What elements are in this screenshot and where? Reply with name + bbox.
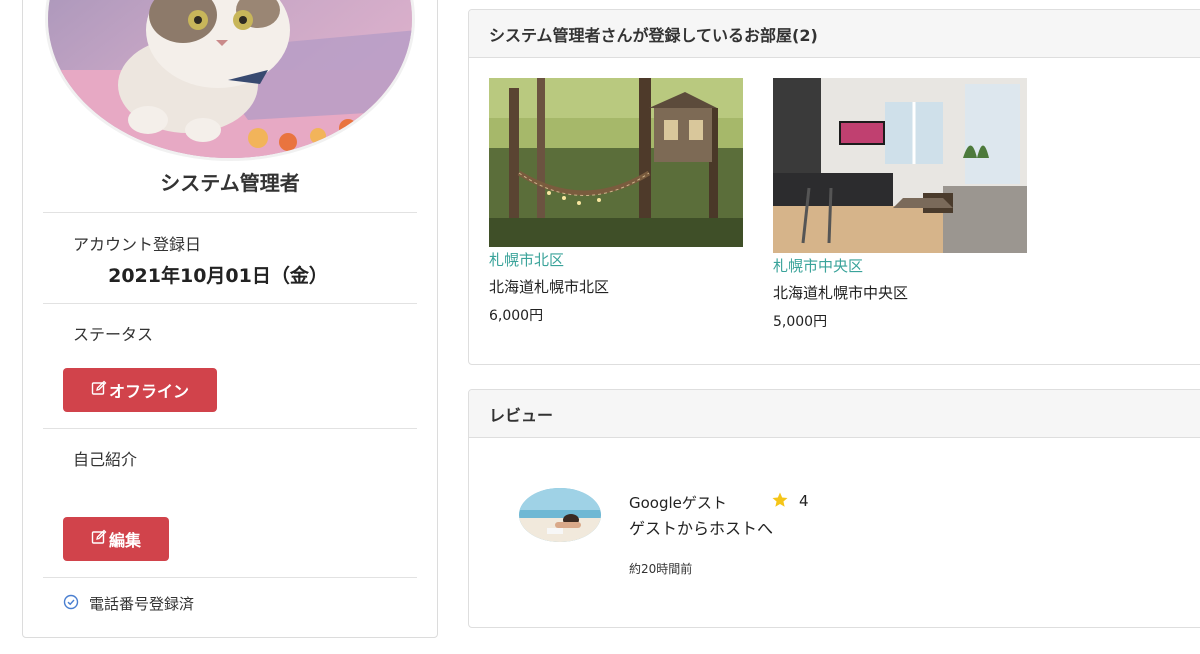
- room-city-link[interactable]: 札幌市中央区: [773, 255, 1029, 276]
- room-photo[interactable]: [489, 78, 743, 247]
- divider: [43, 303, 417, 304]
- account-date-value: 2021年10月01日（金）: [108, 265, 328, 287]
- account-date-label: アカウント登録日: [73, 235, 202, 254]
- edit-icon: [91, 529, 107, 550]
- review-time: 約20時間前: [629, 562, 693, 576]
- reviews-panel-title: レビュー: [469, 390, 1200, 438]
- room-address: 北海道札幌市北区: [489, 278, 610, 296]
- check-circle-icon: [63, 594, 79, 614]
- divider: [43, 428, 417, 429]
- room-price: 6,000円: [489, 308, 544, 324]
- profile-card: システム管理者 アカウント登録日 2021年10月01日（金） ステータス オフ…: [22, 0, 438, 638]
- edit-icon: [91, 380, 107, 401]
- reviews-panel: レビュー Googleゲスト 4 ゲストからホストへ 約20時間前: [468, 389, 1200, 628]
- review-rating: 4: [799, 492, 809, 510]
- room-city-link[interactable]: 札幌市北区: [489, 249, 745, 270]
- phone-verified-text: 電話番号登録済: [89, 595, 195, 613]
- status-offline-label: オフライン: [108, 384, 189, 401]
- room-card[interactable]: 札幌市北区 北海道札幌市北区 6,000円: [489, 78, 745, 325]
- room-card[interactable]: 札幌市中央区 北海道札幌市中央区 5,000円: [773, 78, 1029, 331]
- profile-avatar: [45, 0, 415, 161]
- room-price: 5,000円: [773, 314, 828, 330]
- intro-label: 自己紹介: [73, 450, 138, 469]
- room-photo[interactable]: [773, 78, 1027, 253]
- room-address: 北海道札幌市中央区: [773, 284, 909, 302]
- edit-intro-button[interactable]: 編集: [63, 517, 169, 561]
- divider: [43, 577, 417, 578]
- status-offline-button[interactable]: オフライン: [63, 368, 217, 412]
- phone-verified-row: 電話番号登録済: [63, 593, 194, 614]
- reviewer-name: Googleゲスト: [629, 494, 727, 512]
- status-label: ステータス: [73, 325, 154, 344]
- review-body: ゲストからホストへ: [629, 519, 774, 538]
- star-icon: [771, 491, 789, 513]
- edit-intro-label: 編集: [108, 533, 141, 550]
- reviewer-avatar: [519, 488, 601, 542]
- user-name: システム管理者: [160, 171, 300, 195]
- rooms-panel-title: システム管理者さんが登録しているお部屋(2): [469, 10, 1200, 58]
- divider: [43, 212, 417, 213]
- rooms-panel: システム管理者さんが登録しているお部屋(2) 札幌市北区 北海道札幌市北区 6,…: [468, 9, 1200, 365]
